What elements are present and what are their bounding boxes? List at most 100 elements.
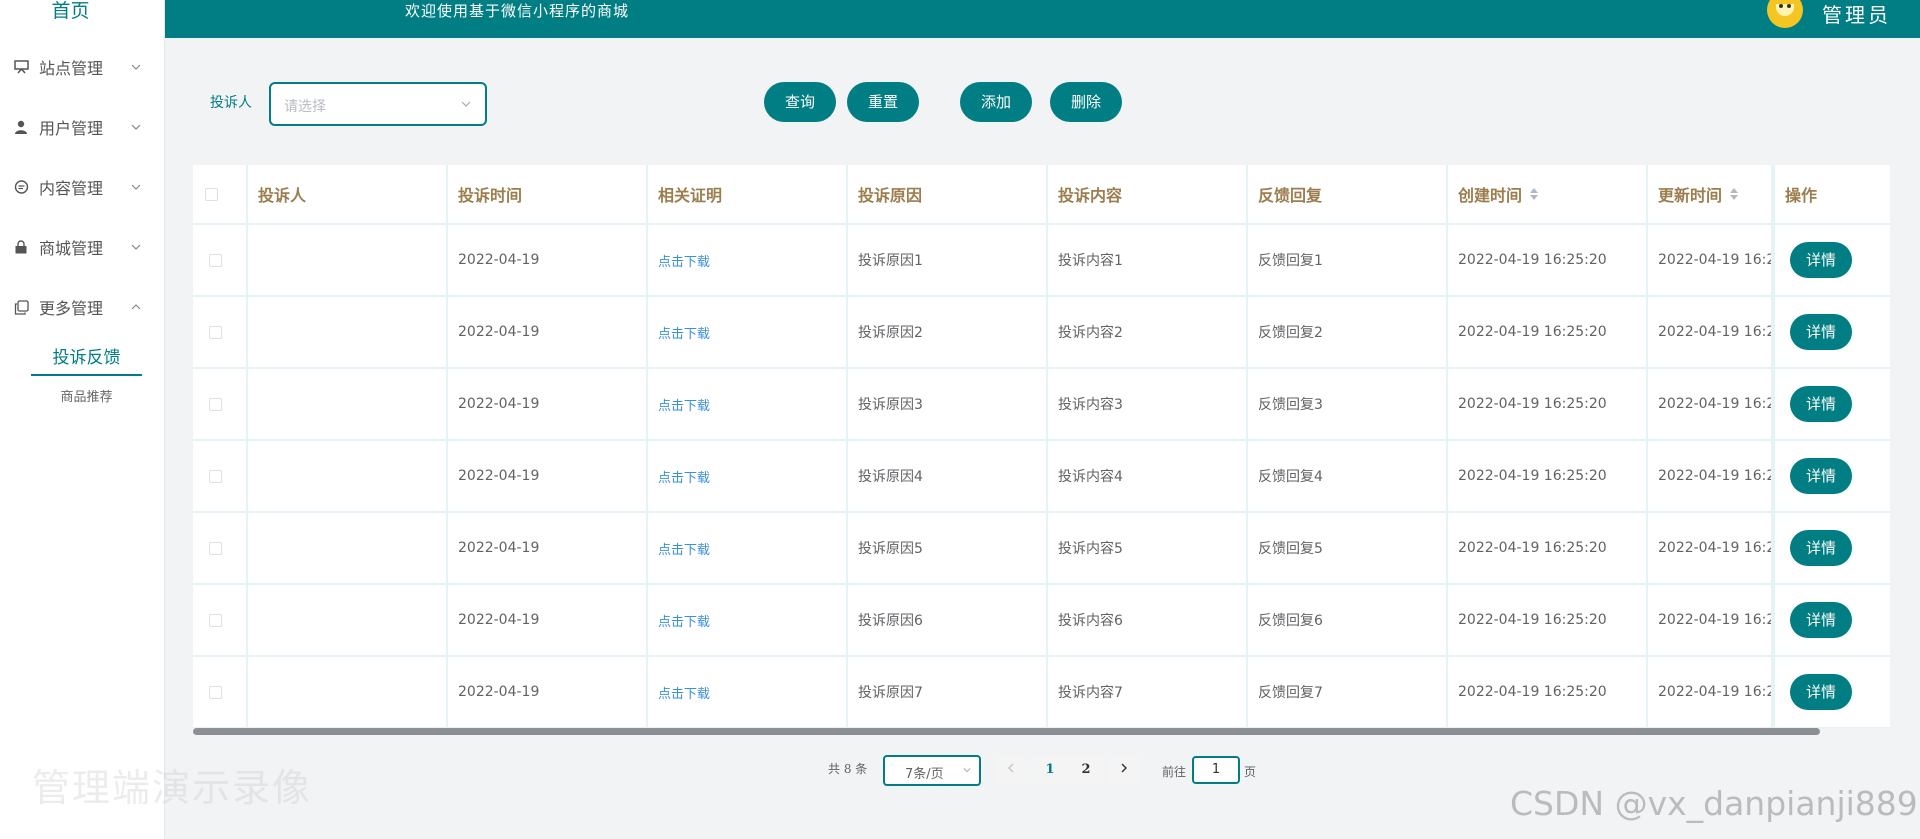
cell-reason: 投诉原因3 [848, 369, 1048, 439]
cell-updated: 2022-04-19 16:25:20 [1648, 225, 1773, 295]
complainant-select[interactable]: 请选择 [269, 82, 487, 126]
menu-label: 用户管理 [39, 119, 104, 138]
detail-button[interactable]: 详情 [1790, 242, 1852, 278]
download-link[interactable]: 点击下载 [658, 395, 710, 414]
cell-reply: 反馈回复3 [1248, 369, 1448, 439]
cell-time: 2022-04-19 [448, 513, 648, 583]
welcome-text: 欢迎使用基于微信小程序的商城 [405, 2, 630, 20]
table-row: 2022-04-19 点击下载 投诉原因2 投诉内容2 反馈回复2 2022-04-19 … [193, 297, 1890, 369]
page-size-value: 7条/页 [905, 767, 944, 782]
cell-time: 2022-04-19 [448, 369, 648, 439]
menu-more-management[interactable]: 更多管理 [0, 289, 165, 325]
cell-action: 详情 [1773, 441, 1890, 511]
header-created[interactable]: 创建时间 [1448, 165, 1648, 223]
table-row: 2022-04-19 点击下载 投诉原因3 投诉内容3 反馈回复3 2022-04-19 … [193, 369, 1890, 441]
chevron-down-icon [131, 64, 141, 70]
cell-reply-text: 反馈回复5 [1258, 541, 1323, 557]
menu-content-management[interactable]: 内容管理 [0, 169, 165, 205]
prev-page-button[interactable] [997, 756, 1025, 784]
cell-reason: 投诉原因1 [848, 225, 1048, 295]
sort-icon[interactable] [1530, 188, 1539, 200]
cell-created: 2022-04-19 16:25:20 [1448, 513, 1648, 583]
cell-reason: 投诉原因7 [848, 657, 1048, 727]
row-checkbox[interactable] [209, 613, 222, 627]
cell-reason: 投诉原因5 [848, 513, 1048, 583]
detail-button[interactable]: 详情 [1790, 386, 1852, 422]
watermark-right: CSDN @vx_danpianji889 [1510, 784, 1918, 823]
table-header: 投诉人 投诉时间 相关证明 投诉原因 投诉内容 反馈回复 创建时间 更新时间 操… [193, 165, 1890, 225]
cell-created: 2022-04-19 16:25:20 [1448, 441, 1648, 511]
download-link[interactable]: 点击下载 [658, 611, 710, 630]
cell-action: 详情 [1773, 657, 1890, 727]
select-placeholder: 请选择 [284, 99, 326, 115]
cell-proof: 点击下载 [648, 441, 848, 511]
row-checkbox[interactable] [209, 325, 222, 339]
cell-created: 2022-04-19 16:25:20 [1448, 657, 1648, 727]
cell-time-text: 2022-04-19 [458, 468, 540, 484]
chevron-down-icon [131, 184, 141, 190]
cell-person [248, 513, 448, 583]
cell-reason-text: 投诉原因2 [858, 325, 923, 341]
header-reply: 反馈回复 [1248, 165, 1448, 223]
goto-page-input[interactable]: 1 [1192, 756, 1240, 784]
cell-content: 投诉内容5 [1048, 513, 1248, 583]
menu-mall-management[interactable]: 商城管理 [0, 229, 165, 265]
cell-person [248, 369, 448, 439]
delete-button[interactable]: 删除 [1050, 82, 1122, 122]
cell-reason: 投诉原因6 [848, 585, 1048, 655]
cell-content-text: 投诉内容5 [1058, 541, 1123, 557]
table-row: 2022-04-19 点击下载 投诉原因5 投诉内容5 反馈回复5 2022-04-19 … [193, 513, 1890, 585]
cell-reply-text: 反馈回复2 [1258, 325, 1323, 341]
sort-icon[interactable] [1730, 188, 1739, 200]
query-button[interactable]: 查询 [764, 82, 836, 122]
detail-button[interactable]: 详情 [1790, 458, 1852, 494]
row-checkbox[interactable] [209, 253, 222, 267]
row-checkbox[interactable] [209, 397, 222, 411]
select-all-checkbox[interactable] [205, 187, 218, 201]
admin-label[interactable]: 管理员 [1822, 0, 1891, 28]
download-link[interactable]: 点击下载 [658, 539, 710, 558]
page-number-2[interactable]: 2 [1068, 756, 1104, 784]
page-size-select[interactable]: 7条/页 [883, 755, 981, 786]
row-checkbox-cell [193, 441, 248, 511]
detail-button[interactable]: 详情 [1790, 602, 1852, 638]
detail-button[interactable]: 详情 [1790, 314, 1852, 350]
detail-button[interactable]: 详情 [1790, 674, 1852, 710]
download-link[interactable]: 点击下载 [658, 683, 710, 702]
next-page-button[interactable] [1110, 756, 1138, 784]
cell-content-text: 投诉内容4 [1058, 469, 1123, 485]
download-link[interactable]: 点击下载 [658, 323, 710, 342]
chevron-down-icon [963, 768, 971, 773]
header-updated[interactable]: 更新时间 [1648, 165, 1773, 223]
page-number-1[interactable]: 1 [1032, 756, 1068, 784]
row-checkbox[interactable] [209, 541, 222, 555]
cell-content-text: 投诉内容6 [1058, 613, 1123, 629]
add-button[interactable]: 添加 [960, 82, 1032, 122]
avatar[interactable] [1767, 0, 1803, 28]
cell-updated-text: 2022-04-19 16:25:20 [1658, 468, 1773, 484]
cell-updated: 2022-04-19 16:25:20 [1648, 513, 1773, 583]
row-checkbox-cell [193, 513, 248, 583]
submenu-complaint-feedback[interactable]: 投诉反馈 [31, 346, 142, 376]
cell-reply: 反馈回复5 [1248, 513, 1448, 583]
home-link[interactable]: 首页 [0, 0, 141, 23]
cell-created-text: 2022-04-19 16:25:20 [1458, 396, 1607, 412]
menu-site-management[interactable]: 站点管理 [0, 49, 165, 85]
submenu-product-recommend[interactable]: 商品推荐 [31, 388, 142, 408]
cell-action: 详情 [1773, 585, 1890, 655]
menu-user-management[interactable]: 用户管理 [0, 109, 165, 145]
cell-reason-text: 投诉原因3 [858, 397, 923, 413]
row-checkbox[interactable] [209, 469, 222, 483]
header-action: 操作 [1773, 165, 1890, 223]
row-checkbox[interactable] [209, 685, 222, 699]
cell-person [248, 585, 448, 655]
table-row: 2022-04-19 点击下载 投诉原因1 投诉内容1 反馈回复1 2022-04-19 … [193, 225, 1890, 297]
detail-button[interactable]: 详情 [1790, 530, 1852, 566]
row-checkbox-cell [193, 657, 248, 727]
reset-button[interactable]: 重置 [847, 82, 919, 122]
cell-created-text: 2022-04-19 16:25:20 [1458, 324, 1607, 340]
download-link[interactable]: 点击下载 [658, 251, 710, 270]
cell-created-text: 2022-04-19 16:25:20 [1458, 540, 1607, 556]
download-link[interactable]: 点击下载 [658, 467, 710, 486]
horizontal-scrollbar[interactable] [193, 728, 1820, 735]
